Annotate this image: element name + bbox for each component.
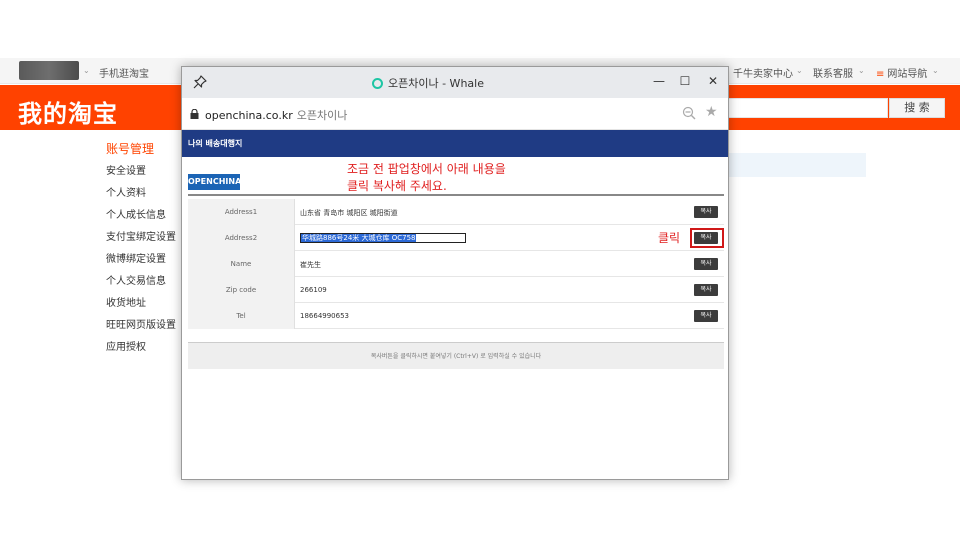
copy-button[interactable]: 복사 [694, 206, 718, 218]
row-value: 18664990653 [300, 312, 349, 320]
notice-bar [728, 153, 866, 177]
whale-popup-window: 오픈차이나 - Whale — ☐ ✕ openchina.co.kr 오픈차이나… [181, 66, 729, 480]
banner-title: 나의 배송대행지 [188, 139, 243, 148]
url-text: openchina.co.kr [205, 109, 293, 122]
chevron-down-icon[interactable]: ⌄ [932, 66, 939, 75]
my-taobao-logo[interactable]: 我的淘宝 [18, 94, 118, 129]
site-nav-link[interactable]: ≡ 网站导航 [876, 65, 927, 80]
screen: ⌄ 手机逛淘宝 千牛卖家中心 ⌄ 联系客服 ⌄ ≡ 网站导航 ⌄ 我的淘宝 搜 索… [0, 0, 960, 540]
instruction-annotation: 조금 전 팝업창에서 아래 내용을 클릭 복사해 주세요. [347, 161, 506, 195]
url-display[interactable]: openchina.co.kr 오픈차이나 [205, 107, 347, 123]
chevron-down-icon[interactable]: ⌄ [858, 66, 865, 75]
table-top-rule [188, 194, 724, 196]
search-input[interactable] [728, 98, 888, 118]
minimize-icon[interactable]: — [651, 73, 667, 89]
seller-center-link[interactable]: 千牛卖家中心 [733, 65, 793, 80]
table-row: Address2 华城路886号24米 大城仓库 OC758 클릭 복사 [188, 225, 724, 251]
customer-service-link[interactable]: 联系客服 [813, 65, 853, 80]
instruction-line-1: 조금 전 팝업창에서 아래 내용을 [347, 162, 506, 176]
search-button[interactable]: 搜 索 [889, 98, 945, 118]
pin-icon[interactable] [192, 74, 208, 90]
close-icon[interactable]: ✕ [705, 73, 721, 89]
url-page-title: 오픈차이나 [296, 109, 348, 122]
site-nav-label: 网站导航 [887, 69, 928, 80]
popup-window-title: 오픈차이나 - Whale [372, 75, 484, 91]
mobile-taobao-link[interactable]: 手机逛淘宝 [99, 65, 149, 80]
whale-icon [372, 77, 383, 89]
bookmark-star-icon[interactable]: ★ [705, 104, 718, 120]
address-bar[interactable]: openchina.co.kr 오픈차이나 ★ [182, 98, 728, 130]
page-banner: 나의 배송대행지 [182, 130, 728, 157]
table-row: Name 崔先生 복사 [188, 251, 724, 277]
instruction-line-2: 클릭 복사해 주세요. [347, 179, 447, 193]
table-row: Address1 山东省 青岛市 城阳区 城阳街道 복사 [188, 199, 724, 225]
menu-icon: ≡ [876, 69, 885, 80]
row-label: Address1 [188, 199, 295, 225]
row-value: 山东省 青岛市 城阳区 城阳街道 [300, 209, 398, 217]
chevron-down-icon[interactable]: ⌄ [796, 66, 803, 75]
click-annotation: 클릭 [658, 231, 681, 245]
row-value: 崔先生 [300, 261, 321, 269]
table-row: Zip code 266109 복사 [188, 277, 724, 303]
row-label: Tel [188, 303, 295, 329]
copy-button[interactable]: 복사 [694, 232, 718, 244]
openchina-logo[interactable]: OPENCHINA [188, 174, 241, 190]
zoom-out-icon[interactable] [682, 106, 696, 120]
copy-button[interactable]: 복사 [694, 284, 718, 296]
row-label: Name [188, 251, 295, 277]
row-value: 266109 [300, 286, 327, 294]
table-row: Tel 18664990653 복사 [188, 303, 724, 329]
row-value-selected: 华城路886号24米 大城仓库 OC758 [301, 234, 417, 242]
row-label: Address2 [188, 225, 295, 251]
copy-button[interactable]: 복사 [694, 310, 718, 322]
popup-titlebar[interactable]: 오픈차이나 - Whale — ☐ ✕ [182, 67, 728, 98]
maximize-icon[interactable]: ☐ [677, 73, 693, 89]
row-label: Zip code [188, 277, 295, 303]
address-table: Address1 山东省 青岛市 城阳区 城阳街道 복사 Address2 华城… [188, 199, 724, 329]
chevron-down-icon[interactable]: ⌄ [83, 66, 90, 75]
lock-icon[interactable] [190, 109, 199, 119]
copy-button[interactable]: 복사 [694, 258, 718, 270]
blurred-username[interactable] [19, 61, 79, 80]
copy-help-footer: 복사버튼을 클릭하시면 붙여넣기 (Ctrl+V) 로 입력하실 수 있습니다 [188, 342, 724, 369]
selected-value-field[interactable]: 华城路886号24米 大城仓库 OC758 [300, 233, 466, 243]
popup-title-text: 오픈차이나 - Whale [388, 77, 484, 90]
